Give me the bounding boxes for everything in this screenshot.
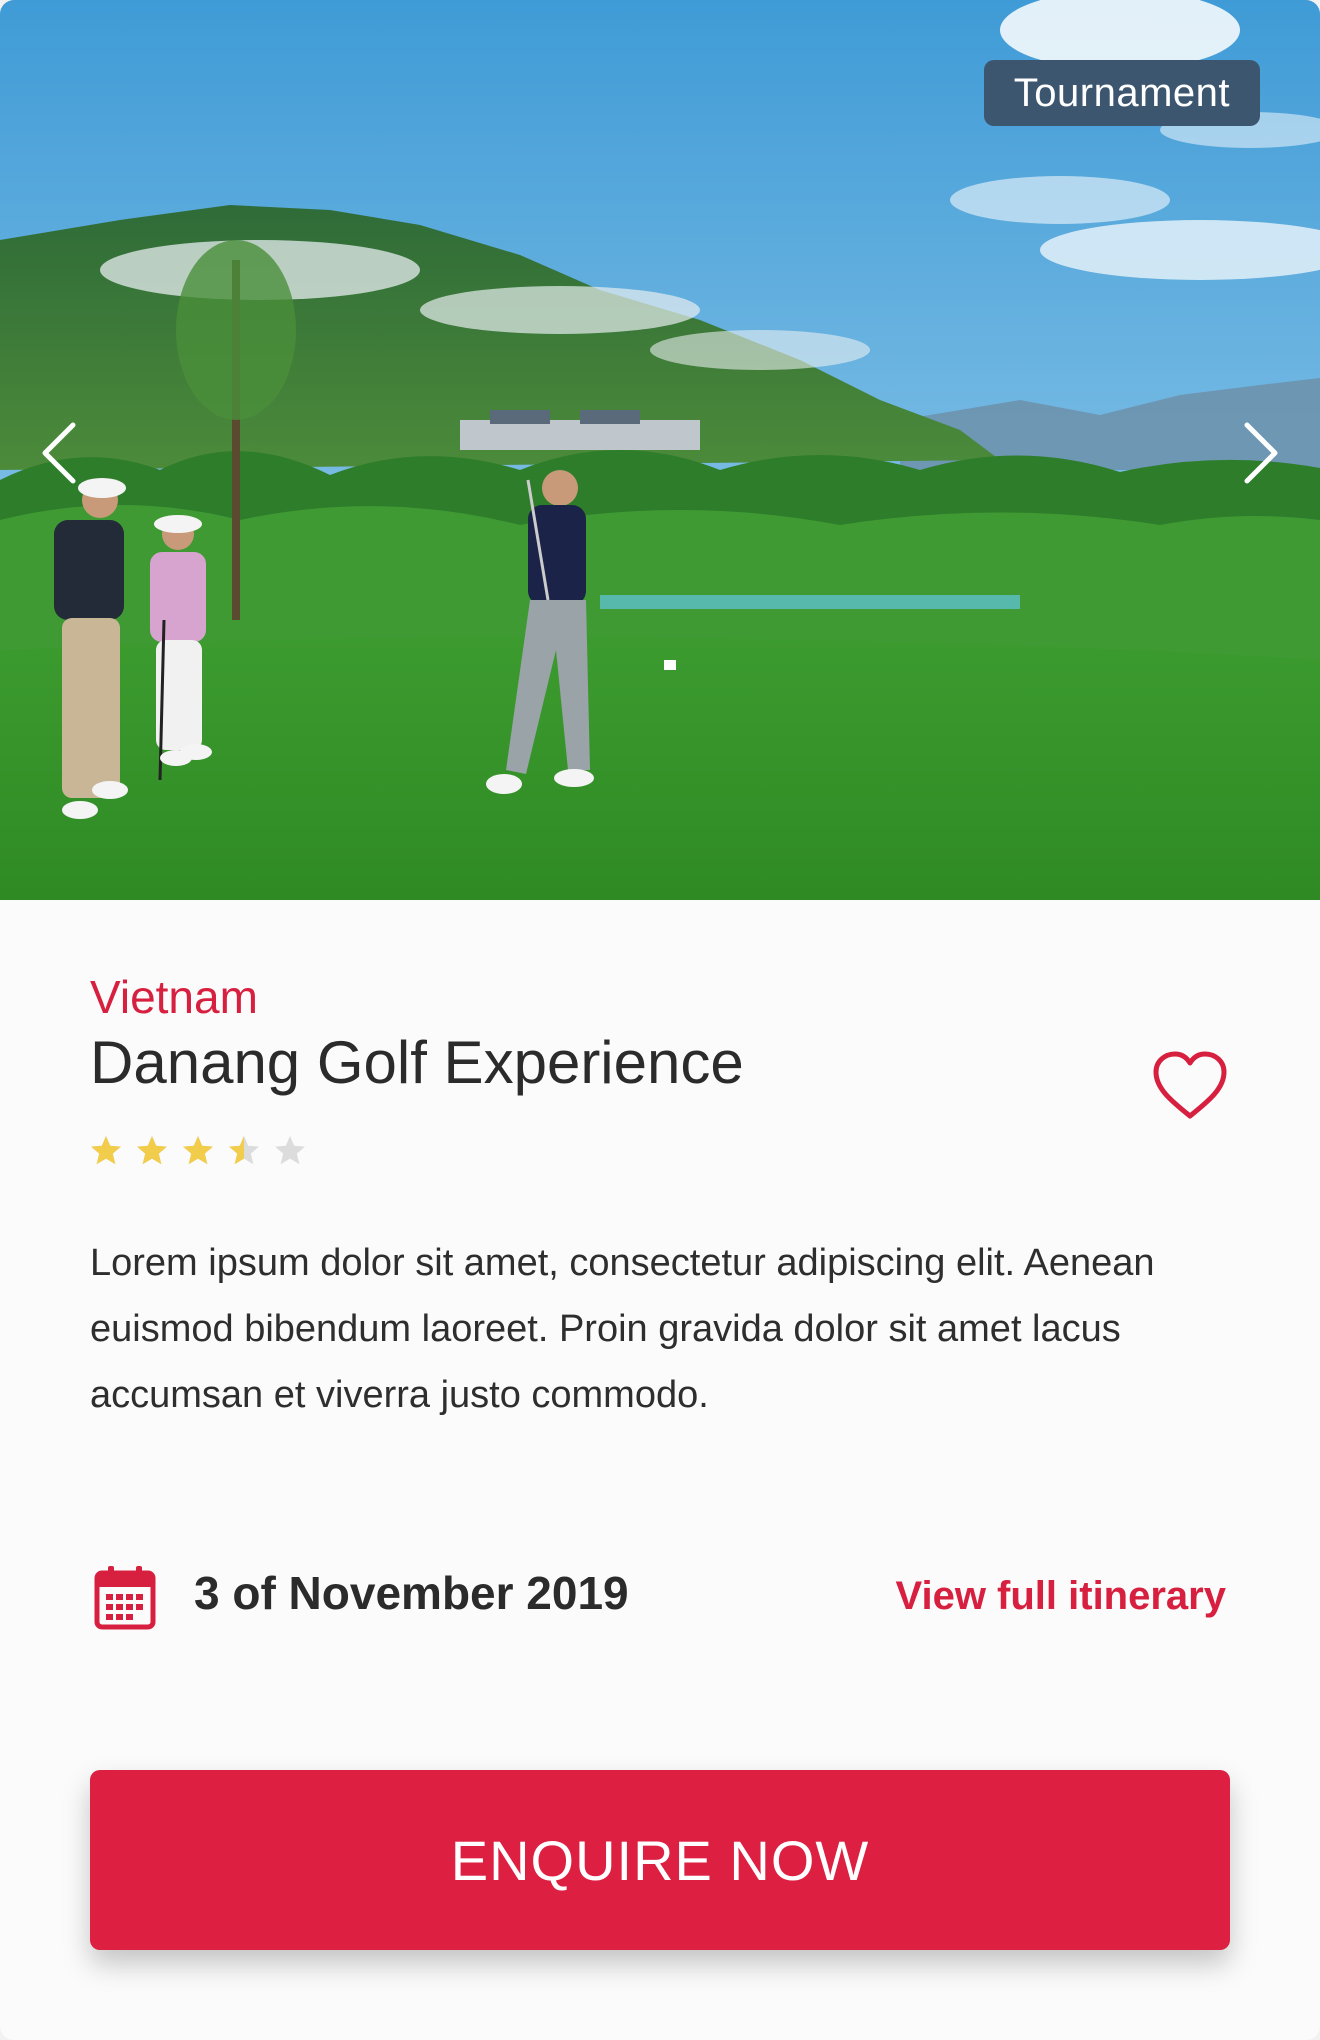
star-icon <box>91 1136 121 1165</box>
view-itinerary-link[interactable]: View full itinerary <box>896 1574 1227 1619</box>
category-badge: Tournament <box>983 60 1260 126</box>
rating-stars <box>90 1135 306 1167</box>
favorite-button[interactable] <box>1150 1050 1230 1122</box>
star-icon <box>229 1136 259 1165</box>
trip-date: 3 of November 2019 <box>194 1567 629 1619</box>
spectator-man <box>54 478 128 819</box>
chevron-left-icon <box>42 422 76 484</box>
date-row: 3 of November 2019 View full itinerary <box>90 1560 1230 1640</box>
chevron-right-icon <box>1244 422 1278 484</box>
star-icon <box>275 1136 305 1165</box>
calendar-icon <box>94 1566 156 1630</box>
heart-icon <box>1153 1051 1227 1119</box>
carousel-next-button[interactable] <box>1226 408 1296 498</box>
trip-title: Danang Golf Experience <box>90 1029 744 1096</box>
trip-description: Lorem ipsum dolor sit amet, consectetur … <box>90 1242 1155 1416</box>
hero-image: Tournament <box>0 0 1320 900</box>
trip-card: Tournament Vietnam Danang Golf Experienc… <box>0 0 1320 2040</box>
star-icon <box>137 1136 167 1165</box>
enquire-now-button[interactable]: ENQUIRE NOW <box>90 1770 1230 1950</box>
carousel-prev-button[interactable] <box>24 408 94 498</box>
star-icon <box>183 1136 213 1165</box>
golf-course-photo <box>0 0 1320 900</box>
trip-country: Vietnam <box>90 971 258 1023</box>
